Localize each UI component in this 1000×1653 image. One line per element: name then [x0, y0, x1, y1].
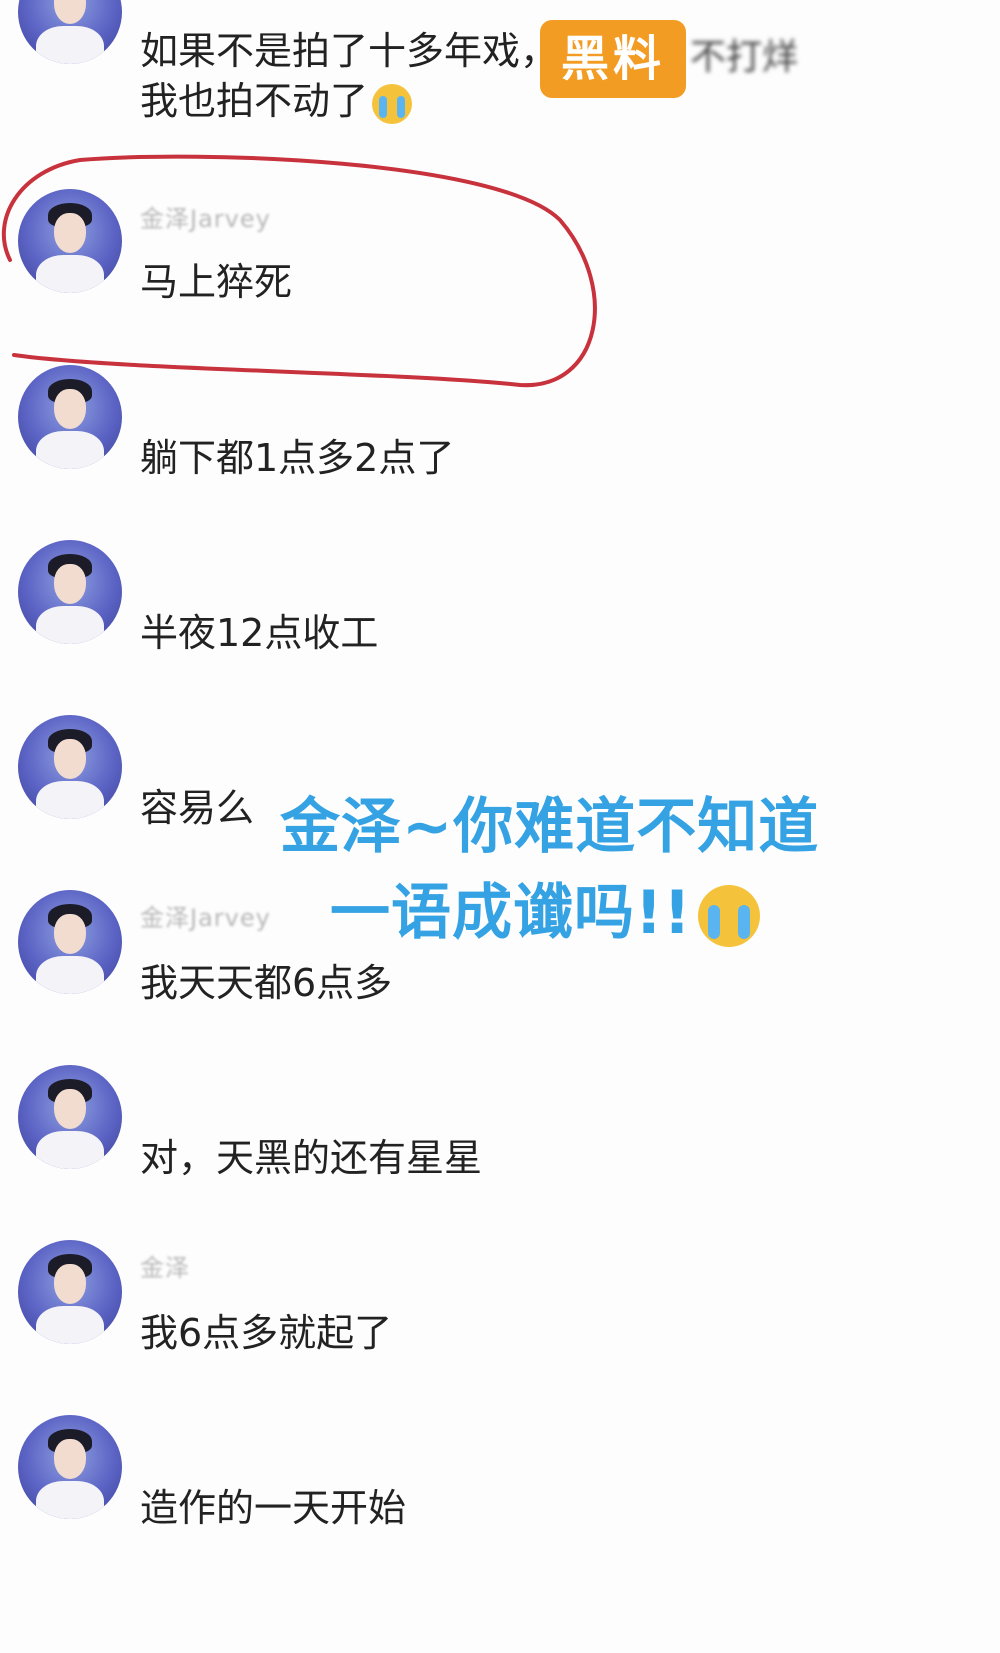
user-avatar[interactable] — [18, 1240, 122, 1344]
comment-text: 半夜12点收工 — [140, 611, 379, 655]
comment-text: 躺下都1点多2点了 — [140, 436, 455, 480]
user-avatar[interactable] — [18, 365, 122, 469]
comment-username[interactable]: 金泽 — [140, 1248, 190, 1283]
comment-text: 我6点多就起了 — [140, 1311, 393, 1355]
user-avatar[interactable] — [18, 715, 122, 819]
overlay-caption-line1: 金泽~你难道不知道 — [280, 792, 820, 862]
overlay-caption-line2: 一语成谶吗!! — [330, 864, 760, 951]
watermark-tail-text: 不打烊 — [690, 37, 799, 78]
user-avatar[interactable] — [18, 189, 122, 293]
overlay-caption-line2-text: 一语成谶吗!! — [330, 878, 692, 948]
comment-item: 金泽 我6点多就起了 — [0, 1240, 1000, 1390]
comment-item: 躺下都1点多2点了 — [0, 365, 1000, 515]
user-avatar[interactable] — [18, 1415, 122, 1519]
comment-text: 我天天都6点多 — [140, 961, 393, 1005]
user-avatar[interactable] — [18, 1065, 122, 1169]
comment-text: 如果不是拍了十多年戏， — [140, 29, 559, 73]
comment-item: 造作的一天开始 — [0, 1415, 1000, 1565]
crying-emoji-icon — [372, 83, 413, 124]
comment-username[interactable]: 金泽Jarvey — [140, 199, 271, 234]
comment-text: 马上猝死 — [140, 260, 293, 304]
comment-item-highlighted: 金泽Jarvey 马上猝死 — [0, 185, 1000, 335]
comment-thread-screenshot: 如果不是拍了十多年戏， 我也拍不动了 金泽Jarvey 马上猝死 躺下都1点多2… — [0, 0, 1000, 1653]
comment-text: 造作的一天开始 — [140, 1486, 407, 1530]
comment-username[interactable]: 金泽Jarvey — [140, 898, 271, 933]
comment-text-continued: 我也拍不动了 — [140, 79, 369, 123]
user-avatar[interactable] — [18, 0, 122, 64]
comment-item: 对，天黑的还有星星 — [0, 1065, 1000, 1215]
comment-text-line2: 我也拍不动了 — [140, 70, 413, 125]
comment-item: 如果不是拍了十多年戏， 我也拍不动了 — [0, 0, 1000, 124]
comment-item: 半夜12点收工 — [0, 540, 1000, 690]
user-avatar[interactable] — [18, 890, 122, 994]
comment-text: 容易么 — [140, 786, 255, 830]
watermark-badge: 黑料 — [540, 20, 686, 98]
comment-text: 对，天黑的还有星星 — [140, 1136, 483, 1180]
crying-emoji-icon — [697, 885, 760, 948]
user-avatar[interactable] — [18, 540, 122, 644]
